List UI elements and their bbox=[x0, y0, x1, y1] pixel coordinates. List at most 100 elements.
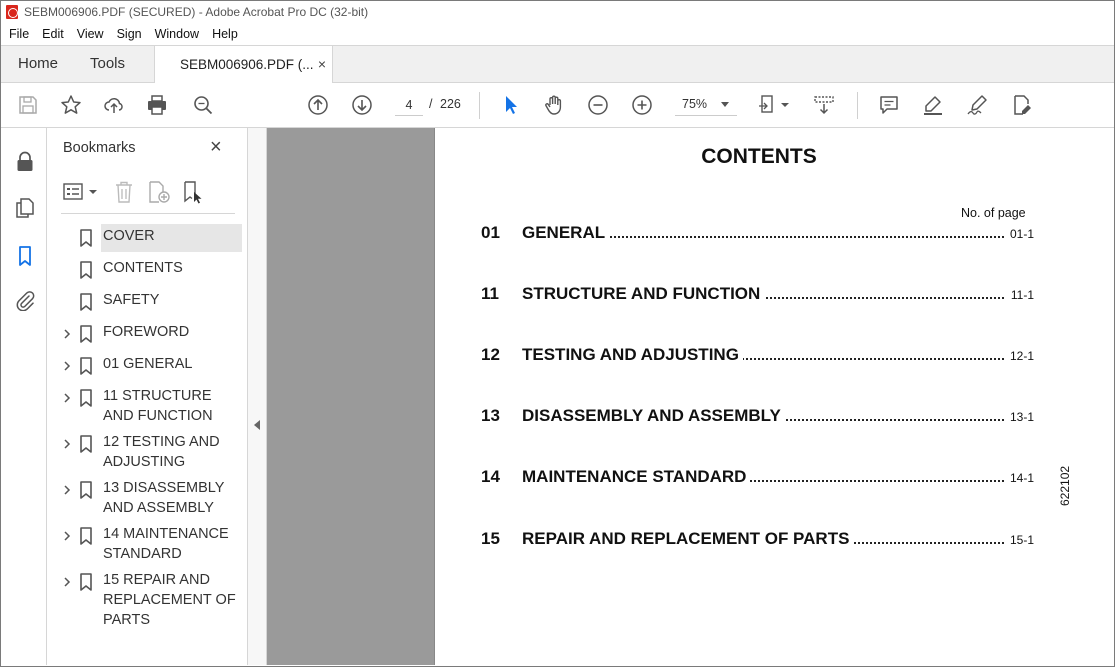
bookmarks-toolbar bbox=[61, 178, 235, 208]
main-toolbar: / 226 75% bbox=[1, 83, 1114, 128]
hand-icon[interactable] bbox=[542, 93, 566, 117]
zoom-dropdown[interactable]: 75% bbox=[675, 94, 737, 116]
bookmarks-panel: Bookmarks × COVER CONTENTS SAFETY FOREWO… bbox=[47, 128, 248, 665]
toc-row: 14 MAINTENANCE STANDARD 14-1 bbox=[481, 467, 1034, 491]
toc-number: 12 bbox=[481, 345, 500, 364]
chevron-down-icon[interactable] bbox=[88, 183, 98, 201]
fill-sign-icon[interactable] bbox=[1010, 93, 1034, 117]
bookmark-label: 13 DISASSEMBLY AND ASSEMBLY bbox=[103, 480, 225, 516]
zoom-out-icon[interactable] bbox=[586, 93, 610, 117]
bookmark-icon bbox=[79, 527, 93, 545]
chevron-right-icon[interactable] bbox=[62, 530, 72, 541]
bookmarks-panel-title: Bookmarks bbox=[63, 140, 136, 156]
bookmark-options-icon[interactable] bbox=[63, 181, 87, 203]
bookmark-label: 14 MAINTENANCE STANDARD bbox=[103, 526, 229, 562]
bookmark-icon bbox=[79, 325, 93, 343]
bookmark-item-12-testing[interactable]: 12 TESTING AND ADJUSTING bbox=[47, 430, 248, 476]
toc-page-number: 15-1 bbox=[1009, 533, 1034, 547]
delete-bookmark-icon[interactable] bbox=[113, 180, 135, 204]
tab-home[interactable]: Home bbox=[18, 46, 58, 83]
tab-tools[interactable]: Tools bbox=[90, 46, 125, 83]
collapse-panel-arrow-icon[interactable] bbox=[254, 420, 260, 430]
zoom-search-icon[interactable] bbox=[191, 93, 215, 117]
tab-bar: Home Tools SEBM006906.PDF (... × bbox=[1, 45, 1114, 83]
chevron-down-icon[interactable] bbox=[779, 93, 791, 117]
page-margin-gray bbox=[267, 128, 435, 665]
toc-page-number: 12-1 bbox=[1009, 349, 1034, 363]
bookmark-item-01-general[interactable]: 01 GENERAL bbox=[47, 352, 248, 384]
attachments-paperclip-icon[interactable] bbox=[13, 288, 37, 312]
toc-page-number: 11-1 bbox=[1010, 288, 1034, 302]
close-tab-icon[interactable]: × bbox=[318, 56, 326, 72]
toc-number: 01 bbox=[481, 223, 500, 242]
chevron-right-icon[interactable] bbox=[62, 360, 72, 371]
chevron-right-icon[interactable] bbox=[62, 328, 72, 339]
window-title: SEBM006906.PDF (SECURED) - Adobe Acrobat… bbox=[24, 5, 369, 19]
bookmark-star-icon[interactable] bbox=[59, 93, 83, 117]
bookmark-icon bbox=[79, 435, 93, 453]
toc-title: TESTING AND ADJUSTING bbox=[522, 345, 743, 365]
chevron-right-icon[interactable] bbox=[62, 576, 72, 587]
pages-thumbnails-icon[interactable] bbox=[13, 196, 37, 220]
toc-row: 12 TESTING AND ADJUSTING 12-1 bbox=[481, 345, 1034, 369]
left-navigation-rail bbox=[1, 128, 47, 665]
bookmarks-tree: COVER CONTENTS SAFETY FOREWORD 01 GENERA… bbox=[47, 224, 248, 634]
highlight-icon[interactable] bbox=[921, 93, 945, 117]
scroll-mode-icon[interactable] bbox=[812, 93, 836, 117]
menu-help[interactable]: Help bbox=[212, 27, 238, 41]
toc-title: STRUCTURE AND FUNCTION bbox=[522, 284, 765, 304]
bookmark-label: 15 REPAIR AND REPLACEMENT OF PARTS bbox=[103, 572, 236, 628]
toc-number: 13 bbox=[481, 406, 500, 425]
toc-page-number: 14-1 bbox=[1009, 471, 1034, 485]
comment-icon[interactable] bbox=[877, 93, 901, 117]
page-fit-icon[interactable] bbox=[756, 93, 780, 117]
toc-row: 01 GENERAL 01-1 bbox=[481, 223, 1034, 247]
bookmark-item-safety[interactable]: SAFETY bbox=[47, 288, 248, 320]
sign-icon[interactable] bbox=[965, 93, 989, 117]
bookmark-item-cover[interactable]: COVER bbox=[47, 224, 248, 256]
page-total: 226 bbox=[440, 97, 461, 111]
chevron-right-icon[interactable] bbox=[62, 392, 72, 403]
document-tab-label: SEBM006906.PDF (... bbox=[180, 57, 314, 72]
bookmark-label: COVER bbox=[103, 228, 155, 244]
zoom-in-icon[interactable] bbox=[630, 93, 654, 117]
bookmark-item-15-repair[interactable]: 15 REPAIR AND REPLACEMENT OF PARTS bbox=[47, 568, 248, 634]
bookmark-icon bbox=[79, 229, 93, 247]
find-bookmark-icon[interactable] bbox=[181, 180, 205, 204]
menu-sign[interactable]: Sign bbox=[117, 27, 142, 41]
tab-document[interactable]: SEBM006906.PDF (... × bbox=[154, 45, 333, 83]
bookmark-item-13-disassembly[interactable]: 13 DISASSEMBLY AND ASSEMBLY bbox=[47, 476, 248, 522]
close-panel-icon[interactable]: × bbox=[210, 137, 222, 157]
document-side-code: 622102 bbox=[1058, 465, 1072, 506]
select-cursor-icon[interactable] bbox=[499, 93, 523, 117]
upload-icon[interactable] bbox=[102, 93, 126, 117]
bookmarks-panel-icon[interactable] bbox=[13, 244, 37, 268]
menu-window[interactable]: Window bbox=[155, 27, 199, 41]
save-icon[interactable] bbox=[16, 93, 40, 117]
bookmark-item-contents[interactable]: CONTENTS bbox=[47, 256, 248, 288]
menu-view[interactable]: View bbox=[77, 27, 104, 41]
page-separator: / bbox=[429, 97, 433, 111]
panel-splitter[interactable] bbox=[248, 128, 267, 665]
bookmark-icon bbox=[79, 389, 93, 407]
bookmark-item-14-maintenance[interactable]: 14 MAINTENANCE STANDARD bbox=[47, 522, 248, 568]
bookmark-item-foreword[interactable]: FOREWORD bbox=[47, 320, 248, 352]
bookmark-icon bbox=[79, 573, 93, 591]
chevron-right-icon[interactable] bbox=[62, 438, 72, 449]
toc-title: DISASSEMBLY AND ASSEMBLY bbox=[522, 406, 785, 426]
menu-edit[interactable]: Edit bbox=[42, 27, 64, 41]
bookmark-icon bbox=[79, 293, 93, 311]
print-icon[interactable] bbox=[145, 93, 169, 117]
bookmark-item-11-structure[interactable]: 11 STRUCTURE AND FUNCTION bbox=[47, 384, 248, 430]
page-number-input[interactable] bbox=[395, 94, 423, 116]
toc-title: GENERAL bbox=[522, 223, 610, 243]
bookmarks-toolbar-divider bbox=[61, 213, 235, 214]
chevron-right-icon[interactable] bbox=[62, 484, 72, 495]
bookmark-icon bbox=[79, 261, 93, 279]
lock-icon[interactable] bbox=[13, 150, 37, 174]
next-page-icon[interactable] bbox=[350, 93, 374, 117]
menu-file[interactable]: File bbox=[9, 27, 29, 41]
prev-page-icon[interactable] bbox=[306, 93, 330, 117]
document-viewport[interactable]: CONTENTS No. of page 01 GENERAL 01-1 11 … bbox=[267, 128, 1114, 665]
new-bookmark-icon[interactable] bbox=[147, 180, 171, 204]
